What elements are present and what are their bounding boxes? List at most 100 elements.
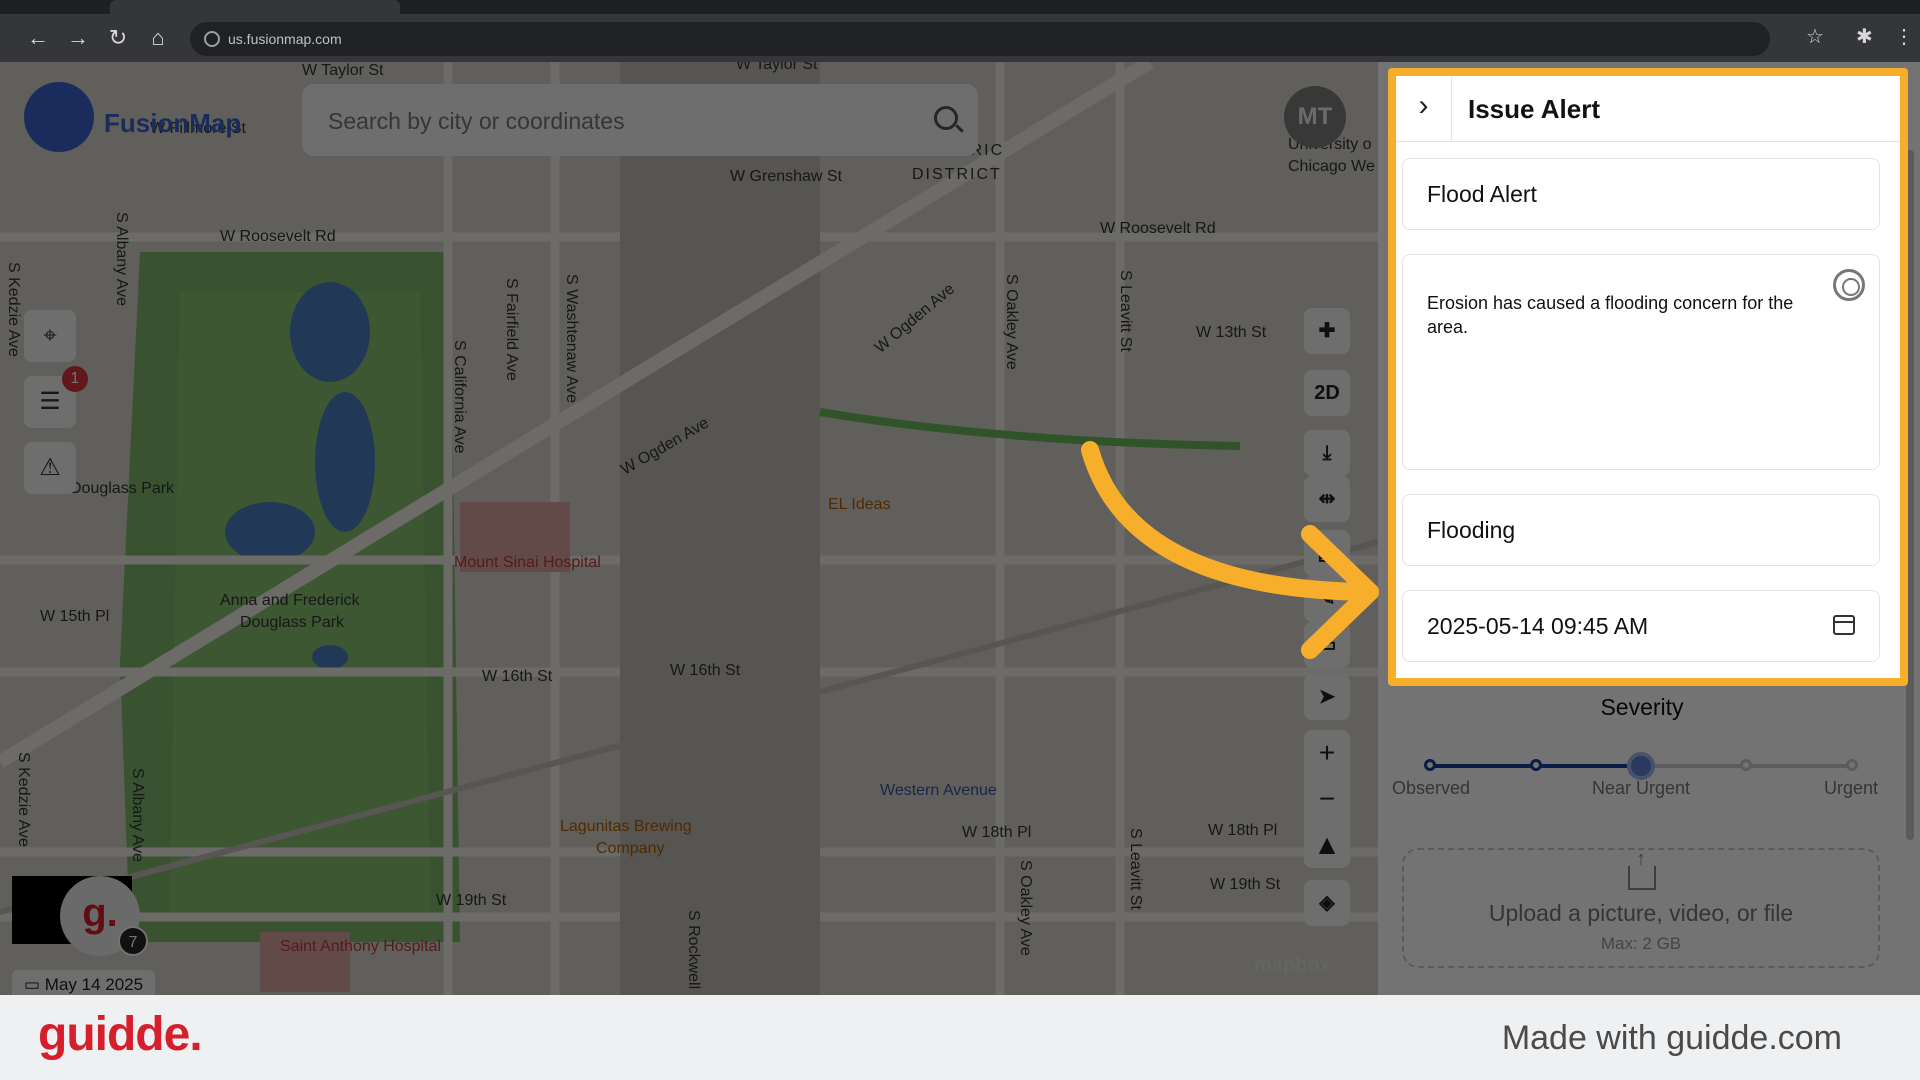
street-label: W 13th St <box>1196 324 1267 341</box>
poi-label: Company <box>596 840 665 857</box>
view-mode-toggle[interactable]: 2D <box>1304 370 1350 416</box>
add-feature-icon[interactable]: ✚ <box>1304 308 1350 354</box>
locate-icon[interactable]: ➤ <box>1304 674 1350 720</box>
alert-name-field[interactable]: Flood Alert <box>1402 158 1880 230</box>
bookmark-star-icon[interactable]: ☆ <box>1806 24 1824 49</box>
poi-label: Lagunitas Brewing <box>560 818 692 835</box>
street-label: S Kedzie Ave <box>5 262 22 357</box>
reload-icon[interactable]: ↻ <box>104 24 132 52</box>
alert-name-value: Flood Alert <box>1427 181 1537 207</box>
street-label: W Roosevelt Rd <box>220 228 336 245</box>
url-text: us.fusionmap.com <box>228 31 342 47</box>
street-label: S Fairfield Ave <box>503 278 520 381</box>
extensions-icon[interactable]: ✱ <box>1856 24 1873 49</box>
street-label: W 19th St <box>1210 876 1281 893</box>
street-label: S Albany Ave <box>113 212 130 306</box>
pointer-arrow-icon <box>1081 441 1379 659</box>
poi-label: Chicago We <box>1288 158 1375 175</box>
street-label: W Taylor St <box>736 62 818 73</box>
street-label: W 16th St <box>482 668 553 685</box>
street-label: W 15th Pl <box>40 608 110 625</box>
severity-step[interactable] <box>1424 759 1436 771</box>
ai-generate-icon[interactable] <box>1833 269 1865 301</box>
street-label: W Roosevelt Rd <box>1100 220 1216 237</box>
street-label: S Kedzie Ave <box>15 752 32 847</box>
upload-text: Upload a picture, video, or file <box>1488 900 1794 926</box>
category-field[interactable]: Flooding <box>1402 494 1880 566</box>
browser-tab[interactable] <box>110 0 400 14</box>
street-label: W Grenshaw St <box>730 168 843 185</box>
panel-scrollbar[interactable] <box>1906 150 1914 840</box>
calendar-icon: ▭ <box>24 975 45 994</box>
browser-menu-icon[interactable]: ⋮ <box>1894 24 1914 49</box>
severity-level-urgent: Urgent <box>1824 778 1879 798</box>
severity-step[interactable] <box>1740 759 1752 771</box>
zoom-out-icon[interactable]: − <box>1304 776 1350 822</box>
address-bar[interactable]: us.fusionmap.com <box>190 22 1770 56</box>
guidde-logo[interactable]: guidde. <box>38 1007 203 1062</box>
street-label: S Rockwell <box>685 910 702 990</box>
warning-icon[interactable]: ⚠ <box>24 442 76 494</box>
zoom-in-icon[interactable]: + <box>1304 730 1350 776</box>
park-label: Anna and Frederick <box>220 592 360 609</box>
street-label: W 16th St <box>670 662 741 679</box>
home-icon[interactable]: ⌂ <box>144 24 172 52</box>
collapse-panel-icon[interactable]: › <box>1396 76 1452 142</box>
severity-level-observed: Observed <box>1392 778 1471 798</box>
made-with-text[interactable]: Made with guidde.com <box>1502 1019 1842 1058</box>
footer-bar: guidde. Made with guidde.com <box>0 995 1920 1080</box>
location-search-input[interactable]: Search by city or coordinates <box>302 84 978 156</box>
map-date: May 14 2025 <box>44 975 144 994</box>
fusionmap-logo-icon <box>24 82 94 152</box>
park-label: Douglass Park <box>240 614 345 631</box>
poi-label: Mount Sinai Hospital <box>454 554 601 571</box>
upload-max-size: Max: 2 GB <box>1600 934 1682 953</box>
description-value: Erosion has caused a flooding concern fo… <box>1427 293 1794 337</box>
brand-name: FusionMap <box>104 108 242 138</box>
category-value: Flooding <box>1427 517 1516 543</box>
severity-level-near-urgent: Near Urgent <box>1592 778 1691 798</box>
search-placeholder: Search by city or coordinates <box>328 108 625 134</box>
street-label: S Albany Ave <box>129 768 146 862</box>
street-label: S Oakley Ave <box>1003 274 1020 370</box>
street-label: W 18th Pl <box>962 824 1032 841</box>
severity-label: Severity <box>1600 694 1684 720</box>
user-avatar[interactable]: MT <box>1284 86 1346 148</box>
back-icon[interactable]: ← <box>24 24 52 52</box>
poi-label: EL Ideas <box>828 496 891 513</box>
street-label: S Oakley Ave <box>1017 860 1034 956</box>
park-label: Douglass Park <box>70 480 175 497</box>
notification-badge: 1 <box>62 366 88 392</box>
severity-step[interactable] <box>1530 759 1542 771</box>
datetime-value: 2025-05-14 09:45 AM <box>1427 613 1649 639</box>
browser-tab-strip <box>0 0 1920 14</box>
poi-label: Saint Anthony Hospital <box>280 938 441 955</box>
file-upload-dropzone[interactable]: Upload a picture, video, or file Max: 2 … <box>1402 848 1880 968</box>
district-label: DISTRICT <box>912 166 1002 183</box>
scan-icon[interactable]: ⌖ <box>24 310 76 362</box>
street-label: W 18th Pl <box>1208 822 1278 839</box>
street-label: S Washtenaw Ave <box>563 274 580 403</box>
street-label: S California Ave <box>451 340 468 454</box>
site-info-icon[interactable] <box>204 31 220 47</box>
transit-label: Western Avenue <box>880 782 997 799</box>
upload-icon <box>1628 848 1656 890</box>
forward-icon[interactable]: → <box>64 24 92 52</box>
panel-title: Issue Alert <box>1468 94 1600 124</box>
panel-header: › Issue Alert <box>1396 76 1900 142</box>
street-label: W 19th St <box>436 892 507 909</box>
zoom-controls: + − ▲ <box>1304 730 1350 868</box>
compass-icon[interactable]: ▲ <box>1304 822 1350 868</box>
mapbox-attribution[interactable]: mapbox <box>1254 954 1331 977</box>
description-field[interactable]: Erosion has caused a flooding concern fo… <box>1402 254 1880 470</box>
street-label: W Taylor St <box>302 62 384 79</box>
severity-step[interactable] <box>1846 759 1858 771</box>
search-icon[interactable] <box>934 106 958 130</box>
calendar-icon[interactable] <box>1833 615 1855 635</box>
layers-icon[interactable]: ◈ <box>1304 880 1350 926</box>
street-label: S Leavitt St <box>1127 828 1144 910</box>
highlighted-region: › Issue Alert Flood Alert Erosion has ca… <box>1396 76 1900 678</box>
datetime-field[interactable]: 2025-05-14 09:45 AM <box>1402 590 1880 662</box>
street-label: S Leavitt St <box>1117 270 1134 352</box>
severity-slider-thumb[interactable] <box>1627 752 1655 780</box>
